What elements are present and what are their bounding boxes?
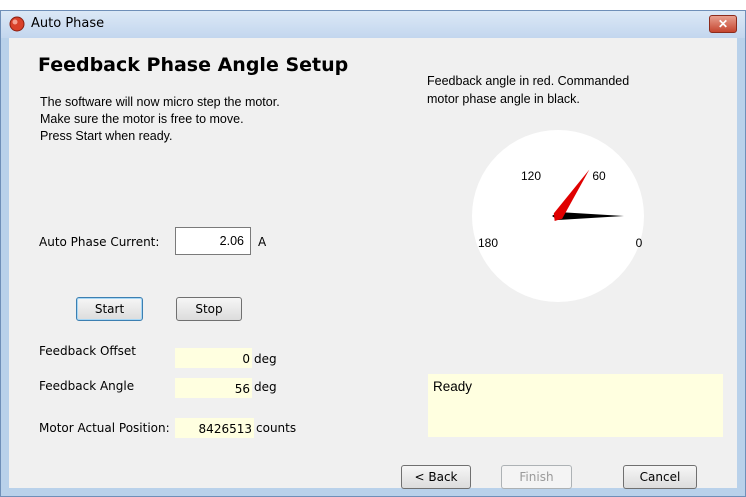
feedback-angle-unit: deg [254,380,277,394]
title-bar[interactable]: Auto Phase ✕ [1,11,745,38]
motor-position-label: Motor Actual Position: [39,421,170,435]
close-button[interactable]: ✕ [709,15,737,33]
dial-label-60: 60 [592,169,606,183]
start-button[interactable]: Start [76,297,143,321]
auto-phase-current-label: Auto Phase Current: [39,235,160,249]
close-icon: ✕ [717,17,729,31]
phase-angle-dial: 120 60 180 0 240 300 [470,128,646,316]
dial-label-240: 240 [521,302,541,304]
auto-phase-window: Auto Phase ✕ Feedback Phase Angle Setup … [0,10,746,497]
instruction-line: Press Start when ready. [40,129,173,143]
dial-label-0: 0 [636,236,643,250]
instruction-line: The software will now micro step the mot… [40,95,280,109]
status-text: Ready [433,379,473,394]
motor-position-value: 8426513 [175,418,254,438]
feedback-offset-label: Feedback Offset [39,344,137,358]
cancel-button[interactable]: Cancel [623,465,697,489]
app-icon [9,16,25,32]
back-button[interactable]: < Back [401,465,471,489]
dial-legend: Feedback angle in red. Commanded motor p… [427,72,717,108]
instruction-line: Make sure the motor is free to move. [40,112,244,126]
page-title: Feedback Phase Angle Setup [38,54,349,76]
dial-label-180: 180 [478,236,498,250]
phase-dial-graphic: 120 60 180 0 240 300 [472,130,644,316]
feedback-offset-unit: deg [254,352,277,366]
instructions: The software will now micro step the mot… [40,94,280,145]
current-unit: A [258,235,267,249]
dial-label-120: 120 [521,169,541,183]
feedback-angle-value: 56 [175,378,252,398]
dialog-content: Feedback Phase Angle Setup The software … [9,38,737,489]
legend-line: Feedback angle in red. Commanded [427,74,630,88]
dial-label-300: 300 [589,302,609,304]
window-title: Auto Phase [31,16,105,31]
status-panel: Ready [428,374,723,437]
stop-button[interactable]: Stop [176,297,242,321]
finish-button[interactable]: Finish [501,465,572,489]
feedback-angle-label: Feedback Angle [39,379,135,393]
motor-position-unit: counts [256,421,297,435]
feedback-offset-value: 0 [175,348,252,368]
auto-phase-current-input[interactable]: 2.06 [175,227,251,255]
legend-line: motor phase angle in black. [427,92,580,106]
